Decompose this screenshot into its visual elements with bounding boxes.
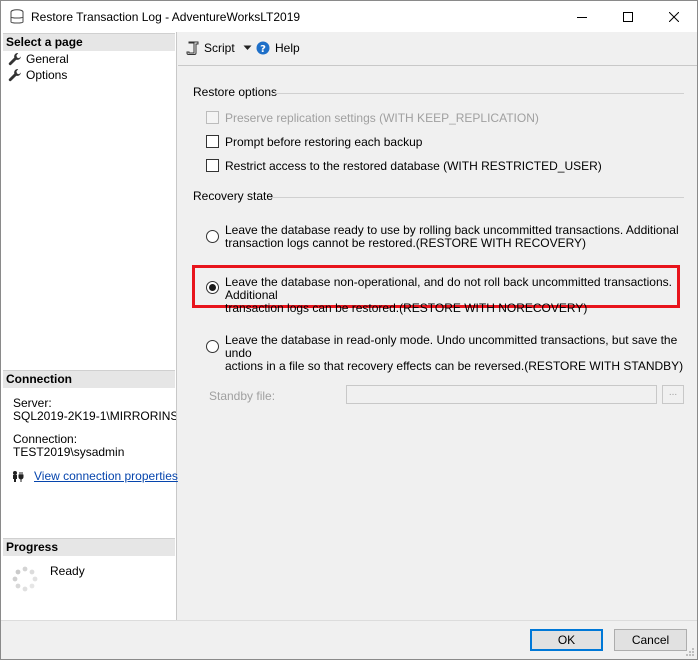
- server-value: SQL2019-2K19-1\MIRRORINSTA: [13, 409, 176, 423]
- page-item-label: General: [26, 52, 69, 66]
- connection-value: TEST2019\sysadmin: [13, 445, 125, 459]
- page-item-general[interactable]: General: [8, 51, 69, 67]
- right-pane: Script ? Help Restore options Preserve r…: [178, 32, 697, 620]
- close-button[interactable]: [651, 1, 697, 32]
- view-connection-properties-link[interactable]: View connection properties: [34, 469, 178, 483]
- prompt-before-restoring-label: Prompt before restoring each backup: [225, 135, 423, 149]
- connection-label: Connection:: [13, 432, 78, 446]
- progress-header: Progress: [3, 538, 175, 556]
- maximize-icon: [623, 11, 633, 22]
- cancel-button[interactable]: Cancel: [614, 629, 687, 651]
- preserve-replication-label: Preserve replication settings (WITH KEEP…: [225, 111, 539, 125]
- ok-button[interactable]: OK: [530, 629, 603, 651]
- connection-header: Connection: [3, 370, 175, 388]
- connection-properties-icon: [13, 471, 24, 482]
- standby-file-input[interactable]: [346, 385, 657, 404]
- standby-browse-button[interactable]: ...: [662, 385, 684, 404]
- restore-options-divider: [274, 93, 684, 94]
- help-button[interactable]: ? Help: [256, 41, 300, 55]
- restore-with-standby-radio[interactable]: [206, 340, 219, 353]
- maximize-button[interactable]: [605, 1, 651, 32]
- title-bar: Restore Transaction Log - AdventureWorks…: [1, 1, 697, 32]
- chevron-down-icon[interactable]: [243, 45, 252, 51]
- recovery-state-divider: [270, 197, 684, 198]
- prompt-before-restoring-checkbox[interactable]: [206, 135, 219, 148]
- restore-with-norecovery-label: Leave the database non-operational, and …: [225, 276, 697, 315]
- window-title-database: AdventureWorksLT2019: [171, 10, 301, 24]
- script-label: Script: [204, 41, 235, 55]
- progress-spinner-icon: [12, 566, 38, 592]
- left-pane: Select a page General Options Connection…: [1, 32, 178, 620]
- restore-transaction-log-dialog: Restore Transaction Log - AdventureWorks…: [0, 0, 698, 660]
- restore-with-norecovery-radio[interactable]: [206, 281, 219, 294]
- restrict-access-checkbox[interactable]: [206, 159, 219, 172]
- restore-with-recovery-radio[interactable]: [206, 230, 219, 243]
- minimize-button[interactable]: [559, 1, 605, 32]
- restrict-access-label: Restrict access to the restored database…: [225, 159, 602, 173]
- script-icon: [186, 41, 199, 55]
- restore-with-standby-label: Leave the database in read-only mode. Un…: [225, 334, 697, 373]
- minimize-icon: [577, 16, 587, 18]
- restore-with-recovery-line2: transaction logs cannot be restored.(RES…: [225, 236, 587, 250]
- restore-with-standby-line2: actions in a file so that recovery effec…: [225, 359, 684, 373]
- server-label: Server:: [13, 396, 52, 410]
- wrench-icon: [8, 53, 21, 66]
- resize-grip-icon[interactable]: [685, 647, 695, 657]
- recovery-state-header: Recovery state: [193, 189, 274, 203]
- help-label: Help: [275, 41, 300, 55]
- restore-options-header: Restore options: [193, 85, 278, 99]
- restore-with-norecovery-line1: Leave the database non-operational, and …: [225, 275, 672, 302]
- script-button[interactable]: Script: [186, 41, 252, 55]
- standby-file-label: Standby file:: [209, 389, 276, 403]
- window-title-text: Restore Transaction Log: [31, 10, 162, 24]
- window-title-separator: -: [165, 10, 170, 24]
- wrench-icon: [8, 69, 21, 82]
- page-item-options[interactable]: Options: [8, 67, 67, 83]
- progress-status: Ready: [50, 564, 85, 578]
- database-icon: [10, 9, 24, 24]
- select-page-header: Select a page: [3, 33, 175, 51]
- toolbar: Script ? Help: [178, 32, 697, 64]
- close-icon: [669, 11, 679, 22]
- page-item-label: Options: [26, 68, 68, 82]
- button-bar: OK Cancel: [1, 620, 697, 659]
- svg-text:?: ?: [260, 44, 266, 55]
- help-icon: ?: [256, 41, 270, 55]
- restore-with-norecovery-line2: transaction logs can be restored.(RESTOR…: [225, 301, 588, 315]
- options-content: Restore options Preserve replication set…: [178, 66, 697, 620]
- preserve-replication-checkbox[interactable]: [206, 111, 219, 124]
- restore-with-standby-line1: Leave the database in read-only mode. Un…: [225, 333, 678, 360]
- window-title: Restore Transaction Log - AdventureWorks…: [31, 10, 300, 24]
- restore-with-recovery-label: Leave the database ready to use by rolli…: [225, 224, 679, 250]
